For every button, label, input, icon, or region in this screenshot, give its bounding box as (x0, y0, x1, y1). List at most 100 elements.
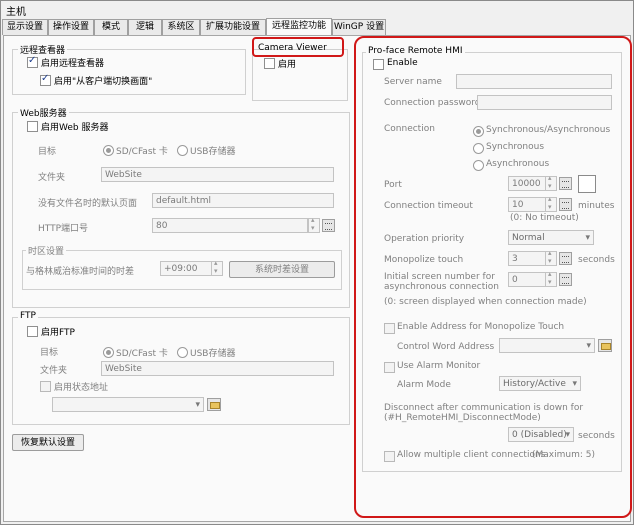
ftp-status-label: 启用状态地址 (54, 383, 109, 393)
hmi-control-word-combo[interactable] (499, 338, 595, 354)
hmi-multi-client-checkbox[interactable] (384, 451, 395, 462)
hmi-initial-note: (0: screen displayed when connection mad… (384, 297, 587, 307)
ftp-target-label: 目标 (40, 348, 59, 358)
tab-wingp[interactable]: WinGP 设置 (332, 19, 386, 35)
hmi-alarm-mode-label: Alarm Mode (397, 380, 451, 390)
hmi-enable-address-label: Enable Address for Monopolize Touch (397, 322, 565, 332)
hmi-port-spinner[interactable] (545, 174, 557, 191)
window-title: 主机 (6, 7, 26, 18)
web-enable-checkbox[interactable] (27, 121, 38, 132)
hmi-timeout-label: Connection timeout (384, 201, 473, 211)
hmi-disconnect-label-line2: (#H_RemoteHMI_DisconnectMode) (384, 413, 541, 423)
hmi-initial-keypad-icon[interactable] (559, 273, 572, 286)
hmi-connection-async-radio[interactable] (473, 160, 484, 171)
restore-defaults-button[interactable]: 恢复默认设置 (12, 434, 84, 451)
ftp-status-address-combo[interactable] (52, 397, 204, 413)
hmi-monopolize-label: Monopolize touch (384, 255, 464, 265)
hmi-alarm-monitor-label: Use Alarm Monitor (397, 361, 481, 371)
remote-hmi-title: Pro-face Remote HMI (366, 46, 465, 56)
ftp-folder-input[interactable]: WebSite (101, 361, 334, 376)
timezone-offset-label: 与格林威治标准时间的时差 (26, 267, 135, 277)
timezone-setting-button[interactable]: 系统时差设置 (229, 261, 335, 278)
hmi-alarm-mode-combo[interactable]: History/Active (499, 376, 581, 392)
web-folder-input[interactable]: WebSite (101, 167, 334, 182)
hmi-disconnect-label-line1: Disconnect after communication is down f… (384, 403, 584, 413)
hmi-monopolize-keypad-icon[interactable] (559, 252, 572, 265)
web-port-input[interactable]: 80 (152, 218, 308, 233)
hmi-enable-address-checkbox[interactable] (384, 323, 395, 334)
camera-enable-label: 启用 (278, 60, 297, 70)
web-enable-label: 启用Web 服务器 (41, 123, 109, 133)
web-port-label: HTTP端口号 (38, 224, 89, 234)
tab-extended[interactable]: 扩展功能设置 (200, 19, 266, 35)
hmi-control-word-browse-icon[interactable] (598, 339, 612, 352)
hmi-timeout-note: (0: No timeout) (510, 213, 579, 223)
hmi-password-label: Connection password (384, 98, 481, 108)
hmi-enable-checkbox[interactable] (373, 59, 384, 70)
timezone-offset-spinner[interactable] (211, 259, 223, 276)
hmi-initial-label-line1: Initial screen number for (384, 272, 495, 282)
hmi-initial-spinner[interactable] (545, 270, 557, 287)
hmi-initial-label-line2: asynchronous connection (384, 282, 499, 292)
hmi-port-color-box[interactable] (578, 175, 596, 193)
remote-viewer-enable-checkbox[interactable] (27, 55, 38, 68)
remote-viewer-title: 远程查看器 (18, 43, 68, 56)
hmi-port-keypad-icon[interactable] (559, 177, 572, 190)
web-default-page-label: 没有文件名时的默认页面 (38, 199, 138, 209)
camera-enable-checkbox[interactable] (264, 58, 275, 69)
hmi-timeout-keypad-icon[interactable] (559, 198, 572, 211)
tab-remote-monitor[interactable]: 远程监控功能 (266, 18, 332, 36)
hmi-monopolize-input[interactable]: 3 (508, 251, 546, 266)
tab-operation[interactable]: 操作设置 (48, 19, 94, 35)
hmi-server-name-input[interactable] (456, 74, 612, 89)
hmi-server-name-label: Server name (384, 77, 442, 87)
tab-display[interactable]: 显示设置 (2, 19, 48, 35)
tab-mode[interactable]: 模式 (94, 19, 128, 35)
hmi-enable-label: Enable (387, 58, 418, 68)
hmi-timeout-input[interactable]: 10 (508, 197, 546, 212)
web-port-spinner[interactable] (308, 216, 320, 233)
hmi-port-input[interactable]: 10000 (508, 176, 546, 191)
web-server-title: Web服务器 (18, 106, 69, 119)
hmi-connection-sync-label: Synchronous (486, 142, 545, 152)
ftp-target-sd-label: SD/CFast 卡 (116, 349, 168, 359)
hmi-multi-client-label: Allow multiple client connections (397, 450, 546, 460)
web-folder-label: 文件夹 (38, 173, 66, 183)
timezone-title: 时区设置 (26, 244, 67, 257)
hmi-port-label: Port (384, 180, 402, 190)
hmi-disconnect-combo[interactable]: 0 (Disabled) (508, 427, 574, 443)
ftp-enable-checkbox[interactable] (27, 326, 38, 337)
ftp-status-browse-icon[interactable] (207, 398, 221, 411)
hmi-password-input[interactable] (477, 95, 612, 110)
hmi-priority-label: Operation priority (384, 234, 465, 244)
hmi-alarm-monitor-checkbox[interactable] (384, 362, 395, 373)
web-default-page-input[interactable]: default.html (152, 193, 334, 208)
hmi-connection-sync-radio[interactable] (473, 143, 484, 154)
web-target-sd-radio[interactable] (103, 145, 114, 156)
ftp-enable-label: 启用FTP (41, 328, 75, 338)
ftp-status-checkbox[interactable] (40, 381, 51, 392)
hmi-disconnect-unit: seconds (578, 431, 615, 441)
timezone-offset-input[interactable]: +09:00 (160, 261, 212, 276)
ftp-target-usb-radio[interactable] (177, 347, 188, 358)
client-switch-label: 启用"从客户端切换画面" (54, 77, 153, 87)
web-target-usb-radio[interactable] (177, 145, 188, 156)
client-switch-checkbox[interactable] (40, 73, 51, 86)
web-target-label: 目标 (38, 147, 57, 157)
tab-logic[interactable]: 逻辑 (128, 19, 162, 35)
hmi-connection-syncasync-radio[interactable] (473, 126, 484, 137)
remote-viewer-enable-label: 启用远程查看器 (41, 59, 105, 69)
tab-system-area[interactable]: 系统区 (162, 19, 200, 35)
hmi-priority-combo[interactable]: Normal (508, 230, 594, 246)
hmi-timeout-spinner[interactable] (545, 195, 557, 212)
hmi-monopolize-spinner[interactable] (545, 249, 557, 266)
camera-highlight-box (252, 37, 344, 57)
hmi-multi-client-max: (Maximum: 5) (532, 450, 595, 460)
web-port-keypad-icon[interactable] (322, 219, 335, 232)
hmi-initial-input[interactable]: 0 (508, 272, 546, 287)
hmi-connection-label: Connection (384, 124, 435, 134)
ftp-folder-label: 文件夹 (40, 366, 68, 376)
web-target-sd-label: SD/CFast 卡 (116, 147, 168, 157)
hmi-control-word-label: Control Word Address (397, 342, 495, 352)
ftp-target-sd-radio[interactable] (103, 347, 114, 358)
